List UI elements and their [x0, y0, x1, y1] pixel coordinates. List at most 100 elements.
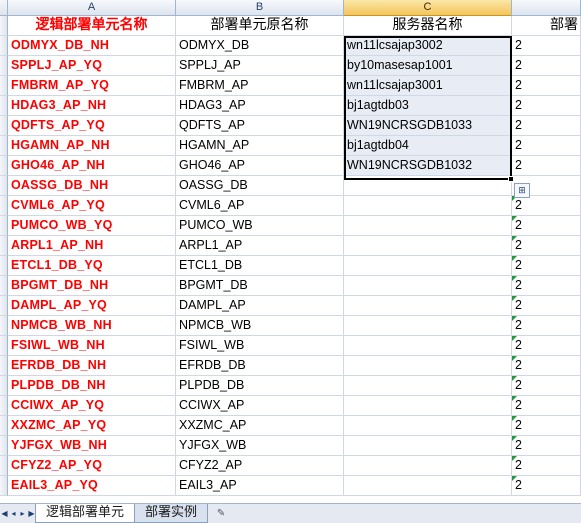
- original-name-cell[interactable]: XXZMC_AP: [176, 416, 344, 436]
- original-name-cell[interactable]: FMBRM_AP: [176, 76, 344, 96]
- row-header[interactable]: [0, 36, 8, 56]
- server-name-cell[interactable]: [344, 216, 512, 236]
- row-header[interactable]: [0, 236, 8, 256]
- next-sheet-icon[interactable]: ▸: [18, 505, 27, 523]
- deploy-count-cell[interactable]: 2: [512, 216, 581, 236]
- deploy-count-cell[interactable]: 2: [512, 196, 581, 216]
- original-name-cell[interactable]: QDFTS_AP: [176, 116, 344, 136]
- server-name-cell[interactable]: [344, 456, 512, 476]
- column-header-b[interactable]: B: [176, 0, 344, 16]
- original-name-cell[interactable]: CCIWX_AP: [176, 396, 344, 416]
- server-name-cell[interactable]: [344, 276, 512, 296]
- server-name-cell[interactable]: [344, 416, 512, 436]
- original-name-cell[interactable]: PLPDB_DB: [176, 376, 344, 396]
- row-header[interactable]: [0, 296, 8, 316]
- logical-name-cell[interactable]: CVML6_AP_YQ: [8, 196, 176, 216]
- deploy-count-cell[interactable]: 2: [512, 56, 581, 76]
- row-header[interactable]: [0, 336, 8, 356]
- row-header[interactable]: [0, 416, 8, 436]
- server-name-cell[interactable]: bj1agtdb03: [344, 96, 512, 116]
- paste-options-icon[interactable]: ⊞: [514, 183, 530, 198]
- row-header[interactable]: [0, 196, 8, 216]
- row-header[interactable]: [0, 56, 8, 76]
- row-header[interactable]: [0, 316, 8, 336]
- server-name-cell[interactable]: [344, 296, 512, 316]
- original-name-cell[interactable]: FSIWL_WB: [176, 336, 344, 356]
- server-name-cell[interactable]: [344, 436, 512, 456]
- deploy-count-cell[interactable]: 2: [512, 116, 581, 136]
- deploy-count-cell[interactable]: 2: [512, 76, 581, 96]
- row-header[interactable]: [0, 96, 8, 116]
- original-name-cell[interactable]: EAIL3_AP: [176, 476, 344, 496]
- header-logical-name[interactable]: 逻辑部署单元名称: [8, 16, 176, 36]
- logical-name-cell[interactable]: EFRDB_DB_NH: [8, 356, 176, 376]
- server-name-cell[interactable]: [344, 356, 512, 376]
- header-server-name[interactable]: 服务器名称: [344, 16, 512, 36]
- deploy-count-cell[interactable]: 2: [512, 156, 581, 176]
- logical-name-cell[interactable]: DAMPL_AP_YQ: [8, 296, 176, 316]
- original-name-cell[interactable]: GHO46_AP: [176, 156, 344, 176]
- server-name-cell[interactable]: [344, 376, 512, 396]
- server-name-cell[interactable]: wn11lcsajap3001: [344, 76, 512, 96]
- deploy-count-cell[interactable]: 2: [512, 476, 581, 496]
- select-all-corner[interactable]: [0, 0, 8, 16]
- row-header[interactable]: [0, 16, 8, 36]
- server-name-cell[interactable]: [344, 396, 512, 416]
- logical-name-cell[interactable]: HDAG3_AP_NH: [8, 96, 176, 116]
- server-name-cell[interactable]: by10masesap1001: [344, 56, 512, 76]
- row-header[interactable]: [0, 136, 8, 156]
- logical-name-cell[interactable]: HGAMN_AP_NH: [8, 136, 176, 156]
- logical-name-cell[interactable]: SPPLJ_AP_YQ: [8, 56, 176, 76]
- deploy-count-cell[interactable]: 2: [512, 436, 581, 456]
- original-name-cell[interactable]: ODMYX_DB: [176, 36, 344, 56]
- original-name-cell[interactable]: HGAMN_AP: [176, 136, 344, 156]
- header-deploy-partial[interactable]: 部署: [512, 16, 581, 36]
- row-header[interactable]: [0, 436, 8, 456]
- row-header[interactable]: [0, 256, 8, 276]
- server-name-cell[interactable]: wn11lcsajap3002: [344, 36, 512, 56]
- logical-name-cell[interactable]: PLPDB_DB_NH: [8, 376, 176, 396]
- deploy-count-cell[interactable]: 2: [512, 416, 581, 436]
- row-header[interactable]: [0, 396, 8, 416]
- logical-name-cell[interactable]: ARPL1_AP_NH: [8, 236, 176, 256]
- row-header[interactable]: [0, 116, 8, 136]
- sheet-tab-logical-unit[interactable]: 逻辑部署单元: [35, 504, 136, 523]
- server-name-cell[interactable]: bj1agtdb04: [344, 136, 512, 156]
- original-name-cell[interactable]: PUMCO_WB: [176, 216, 344, 236]
- original-name-cell[interactable]: SPPLJ_AP: [176, 56, 344, 76]
- row-header[interactable]: [0, 356, 8, 376]
- spreadsheet[interactable]: A B C 逻辑部署单元名称 部署单元原名称 服务器名称 部署 ODMYX_DB…: [0, 0, 581, 503]
- row-header[interactable]: [0, 156, 8, 176]
- row-header[interactable]: [0, 276, 8, 296]
- logical-name-cell[interactable]: CCIWX_AP_YQ: [8, 396, 176, 416]
- logical-name-cell[interactable]: YJFGX_WB_NH: [8, 436, 176, 456]
- logical-name-cell[interactable]: OASSG_DB_NH: [8, 176, 176, 196]
- deploy-count-cell[interactable]: 2: [512, 296, 581, 316]
- row-header[interactable]: [0, 376, 8, 396]
- deploy-count-cell[interactable]: 2: [512, 396, 581, 416]
- server-name-cell[interactable]: WN19NCRSGDB1033: [344, 116, 512, 136]
- deploy-count-cell[interactable]: 2: [512, 256, 581, 276]
- logical-name-cell[interactable]: NPMCB_WB_NH: [8, 316, 176, 336]
- column-header-a[interactable]: A: [8, 0, 176, 16]
- logical-name-cell[interactable]: ODMYX_DB_NH: [8, 36, 176, 56]
- deploy-count-cell[interactable]: 2: [512, 276, 581, 296]
- original-name-cell[interactable]: ARPL1_AP: [176, 236, 344, 256]
- original-name-cell[interactable]: YJFGX_WB: [176, 436, 344, 456]
- logical-name-cell[interactable]: XXZMC_AP_YQ: [8, 416, 176, 436]
- deploy-count-cell[interactable]: 2: [512, 336, 581, 356]
- original-name-cell[interactable]: NPMCB_WB: [176, 316, 344, 336]
- server-name-cell[interactable]: [344, 476, 512, 496]
- deploy-count-cell[interactable]: 2: [512, 96, 581, 116]
- logical-name-cell[interactable]: BPGMT_DB_NH: [8, 276, 176, 296]
- original-name-cell[interactable]: BPGMT_DB: [176, 276, 344, 296]
- server-name-cell[interactable]: [344, 336, 512, 356]
- server-name-cell[interactable]: [344, 176, 512, 196]
- fill-handle[interactable]: [508, 176, 514, 182]
- prev-sheet-icon[interactable]: ◂: [9, 505, 18, 523]
- row-header[interactable]: [0, 456, 8, 476]
- server-name-cell[interactable]: WN19NCRSGDB1032: [344, 156, 512, 176]
- logical-name-cell[interactable]: GHO46_AP_NH: [8, 156, 176, 176]
- logical-name-cell[interactable]: EAIL3_AP_YQ: [8, 476, 176, 496]
- row-header[interactable]: [0, 76, 8, 96]
